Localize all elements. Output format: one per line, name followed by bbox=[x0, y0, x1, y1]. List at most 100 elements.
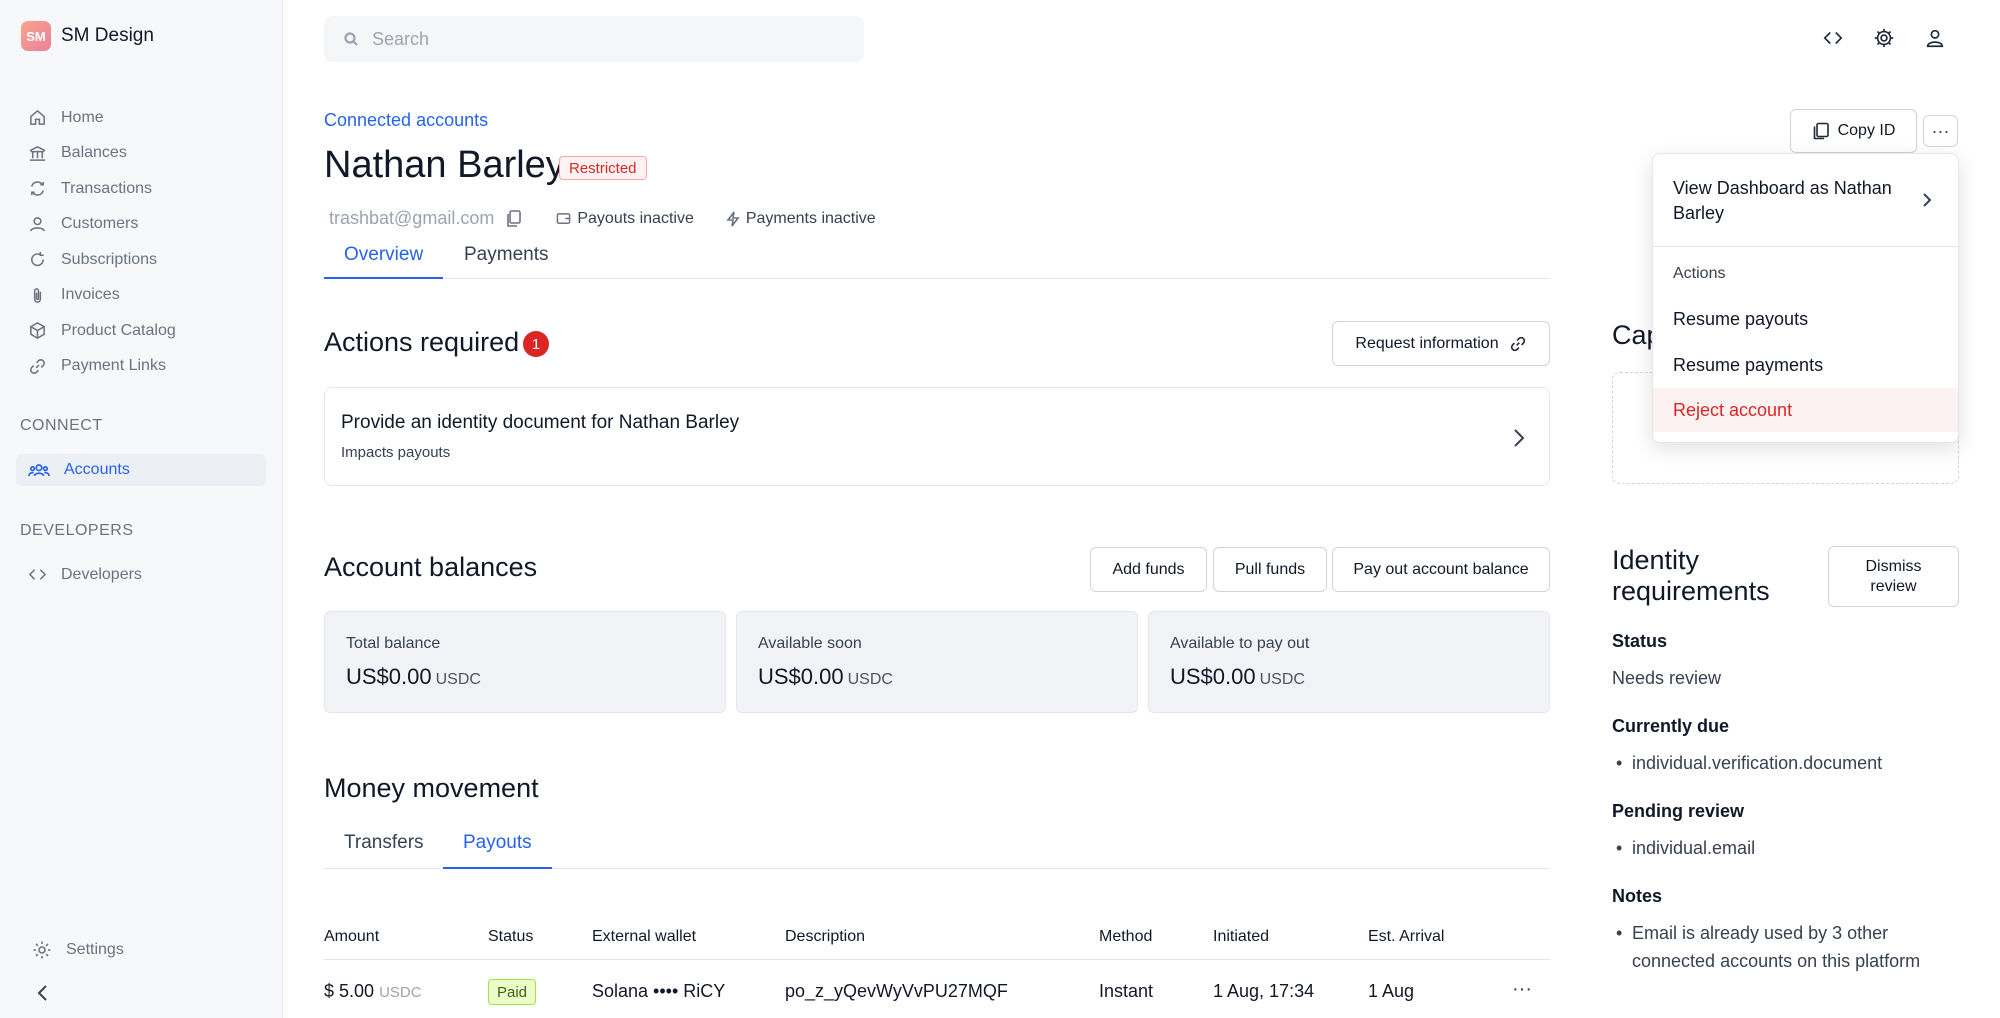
cell-method: Instant bbox=[1099, 981, 1154, 1001]
dismiss-review-button[interactable]: Dismiss review bbox=[1828, 546, 1959, 607]
balance-card-total: Total balance US$0.00 USDC bbox=[324, 611, 726, 713]
balance-label: Total balance bbox=[346, 635, 441, 652]
sidebar-item-label: Balances bbox=[61, 144, 127, 162]
action-item[interactable]: Provide an identity document for Nathan … bbox=[324, 387, 1550, 486]
cell-arrival: 1 Aug bbox=[1368, 981, 1415, 1001]
chevron-right-icon bbox=[1509, 426, 1529, 450]
tab-payments[interactable]: Payments bbox=[444, 244, 568, 279]
sidebar-item-developers[interactable]: Developers bbox=[16, 557, 266, 593]
column-header-status[interactable]: Status bbox=[488, 928, 533, 946]
sidebar-item-home[interactable]: Home bbox=[16, 100, 266, 136]
pull-funds-button[interactable]: Pull funds bbox=[1213, 547, 1327, 592]
balance-value: US$0.00 USDC bbox=[346, 664, 481, 690]
pay-out-balance-button[interactable]: Pay out account balance bbox=[1332, 547, 1550, 592]
sidebar-item-product-catalog[interactable]: Product Catalog bbox=[16, 313, 266, 349]
tab-transfers[interactable]: Transfers bbox=[324, 832, 444, 869]
cell-wallet: Solana •••• RiCY bbox=[592, 981, 726, 1001]
pending-review-text: individual.email bbox=[1632, 838, 1756, 858]
more-actions-button[interactable]: ··· bbox=[1923, 115, 1958, 147]
copy-icon bbox=[507, 209, 522, 227]
sidebar-item-settings[interactable]: Settings bbox=[32, 940, 124, 960]
section-connect: CONNECT bbox=[20, 417, 103, 434]
add-funds-button[interactable]: Add funds bbox=[1090, 547, 1207, 592]
money-movement-tabs: Transfers Payouts bbox=[324, 832, 1550, 869]
sidebar-item-label: Invoices bbox=[61, 286, 120, 304]
sidebar-item-invoices[interactable]: Invoices bbox=[16, 278, 266, 314]
developer-mode-button[interactable] bbox=[1821, 26, 1845, 50]
menu-item-resume-payouts[interactable]: Resume payouts bbox=[1653, 297, 1958, 341]
currently-due-text: individual.verification.document bbox=[1632, 753, 1883, 773]
user-icon bbox=[1926, 29, 1944, 48]
account-meta: trashbat@gmail.com Payouts inactive Paym… bbox=[329, 208, 876, 229]
user-icon bbox=[30, 216, 45, 232]
section-developers: DEVELOPERS bbox=[20, 522, 134, 539]
tab-payouts[interactable]: Payouts bbox=[443, 832, 552, 869]
bolt-icon bbox=[726, 211, 740, 226]
table-divider bbox=[324, 959, 1550, 960]
page-title: Nathan Barley bbox=[324, 144, 565, 186]
notes-label: Notes bbox=[1612, 886, 1663, 906]
balance-unit: USDC bbox=[847, 671, 893, 688]
sidebar-item-label: Settings bbox=[66, 941, 124, 958]
balance-amount: US$0.00 bbox=[346, 664, 432, 689]
collapse-sidebar-button[interactable] bbox=[30, 980, 56, 1006]
menu-item-resume-payments[interactable]: Resume payments bbox=[1653, 343, 1958, 387]
sidebar-item-label: Home bbox=[61, 108, 104, 126]
sidebar-item-customers[interactable]: Customers bbox=[16, 207, 266, 243]
paperclip-icon bbox=[33, 287, 42, 303]
sidebar-item-label: Product Catalog bbox=[61, 321, 176, 339]
sidebar-item-label: Payment Links bbox=[61, 357, 166, 375]
actions-count-badge: 1 bbox=[523, 331, 549, 357]
balance-amount: US$0.00 bbox=[758, 664, 844, 689]
sidebar-item-balances[interactable]: Balances bbox=[16, 136, 266, 172]
sidebar: SM SM Design Home Balances Transactions … bbox=[0, 0, 283, 1018]
brand[interactable]: SM SM Design bbox=[21, 21, 154, 51]
search-bar[interactable] bbox=[324, 16, 864, 62]
menu-divider bbox=[1653, 246, 1960, 247]
copy-id-label: Copy ID bbox=[1837, 122, 1896, 139]
copy-email-button[interactable] bbox=[506, 209, 522, 228]
balance-card-available-payout: Available to pay out US$0.00 USDC bbox=[1148, 611, 1550, 713]
cell-initiated: 1 Aug, 17:34 bbox=[1213, 981, 1315, 1001]
payments-status: Payments inactive bbox=[726, 210, 876, 228]
request-information-button[interactable]: Request information bbox=[1332, 321, 1550, 366]
column-header-wallet[interactable]: External wallet bbox=[592, 928, 696, 946]
copy-id-button[interactable]: Copy ID bbox=[1790, 109, 1917, 153]
column-header-description[interactable]: Description bbox=[785, 928, 865, 946]
column-header-method[interactable]: Method bbox=[1099, 928, 1152, 946]
account-balances-title: Account balances bbox=[324, 552, 538, 582]
row-more-button[interactable]: ··· bbox=[1512, 978, 1532, 1001]
balance-card-available-soon: Available soon US$0.00 USDC bbox=[736, 611, 1138, 713]
users-icon bbox=[28, 463, 50, 476]
chevron-right-icon bbox=[1919, 190, 1935, 215]
sidebar-item-transactions[interactable]: Transactions bbox=[16, 171, 266, 207]
gear-icon bbox=[33, 941, 51, 959]
payouts-status-label: Payouts inactive bbox=[577, 209, 694, 227]
settings-button[interactable] bbox=[1872, 26, 1896, 50]
menu-item-reject-account[interactable]: Reject account bbox=[1653, 388, 1958, 432]
view-dashboard-item[interactable]: View Dashboard as Nathan Barley bbox=[1673, 176, 1923, 226]
tab-overview[interactable]: Overview bbox=[324, 244, 443, 279]
breadcrumb[interactable]: Connected accounts bbox=[324, 110, 488, 131]
sidebar-item-subscriptions[interactable]: Subscriptions bbox=[16, 242, 266, 278]
column-header-initiated[interactable]: Initiated bbox=[1213, 928, 1269, 946]
transactions-icon bbox=[31, 181, 44, 197]
column-header-arrival[interactable]: Est. Arrival bbox=[1368, 928, 1444, 946]
column-header-amount[interactable]: Amount bbox=[324, 928, 379, 946]
currently-due-label: Currently due bbox=[1612, 716, 1730, 736]
brand-logo: SM bbox=[21, 21, 51, 51]
notes-text: Email is already used by 3 other connect… bbox=[1632, 923, 1921, 971]
balance-unit: USDC bbox=[435, 671, 481, 688]
menu-section-label: Actions bbox=[1673, 265, 1726, 282]
cell-description: po_z_yQevWyVvPU27MQF bbox=[785, 981, 1008, 1001]
search-input[interactable] bbox=[372, 28, 832, 50]
account-button[interactable] bbox=[1923, 26, 1947, 50]
link-icon bbox=[1510, 336, 1525, 351]
request-information-label: Request information bbox=[1355, 334, 1499, 352]
sidebar-item-payment-links[interactable]: Payment Links bbox=[16, 349, 266, 385]
copy-icon bbox=[1813, 122, 1829, 140]
brand-name: SM Design bbox=[61, 25, 154, 46]
sidebar-item-accounts[interactable]: Accounts bbox=[16, 454, 266, 486]
actions-required-title: Actions required bbox=[324, 327, 520, 357]
sidebar-nav: Home Balances Transactions Customers Sub… bbox=[16, 100, 266, 384]
